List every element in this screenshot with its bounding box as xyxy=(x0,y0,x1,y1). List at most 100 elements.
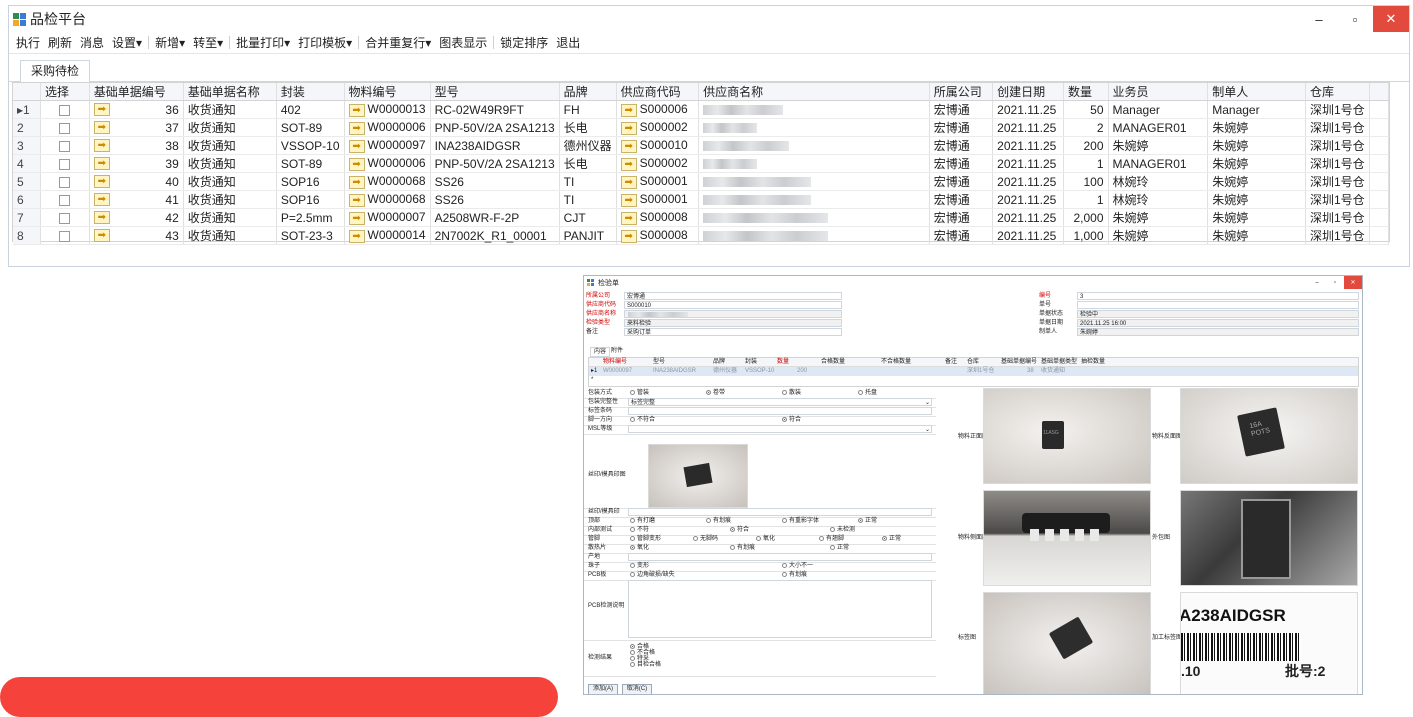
arrow-link-icon[interactable]: ➡ xyxy=(620,175,637,189)
radio-heat-1[interactable]: 有划痕 xyxy=(730,544,755,552)
menu-exit[interactable]: 退出 xyxy=(552,34,584,51)
table-row[interactable]: 3 ➡ 38 收货通知 VSSOP-10 ➡ W0000097 INA238AIDGSR 德州仪… xyxy=(13,136,1390,155)
arrow-link-icon[interactable]: ➡ xyxy=(348,229,365,243)
arrow-link-icon[interactable]: ➡ xyxy=(93,156,110,170)
chevron-down-icon[interactable]: ⌄ xyxy=(925,399,930,407)
menu-settings[interactable]: 设置▾ xyxy=(108,34,146,51)
field-msl[interactable]: ⌄ xyxy=(628,425,932,433)
col-header[interactable]: 仓库 xyxy=(1305,83,1370,101)
radio-ball-0[interactable]: 变形 xyxy=(630,562,649,570)
radio-pins-0[interactable]: 管脚变形 xyxy=(630,535,661,543)
add-button[interactable]: 添加(A) xyxy=(588,684,618,694)
arrow-link-icon[interactable]: ➡ xyxy=(348,121,365,135)
cancel-button[interactable]: 取消(C) xyxy=(622,684,652,694)
maximize-icon[interactable]: ▫ xyxy=(1326,276,1344,289)
col-header[interactable]: 品牌 xyxy=(559,83,617,101)
menu-goto[interactable]: 转至▾ xyxy=(189,34,227,51)
type-field[interactable]: 来料检验 xyxy=(624,319,842,327)
row-index[interactable]: ▸1 xyxy=(13,100,41,119)
silk-photo[interactable] xyxy=(648,444,748,508)
company-field[interactable]: 宏博通 xyxy=(624,292,842,300)
row-index[interactable]: 3 xyxy=(13,136,41,155)
select-checkbox[interactable] xyxy=(59,176,71,188)
table-row[interactable]: 8 ➡ 43 收货通知 SOT-23-3 ➡ W0000014 2N7002K_R1_0000… xyxy=(13,226,1390,245)
radio-top-0[interactable]: 有打磨 xyxy=(630,517,655,525)
radio-pin-1[interactable]: 符合 xyxy=(782,416,801,424)
col-header[interactable]: 供应商名称 xyxy=(698,83,930,101)
radio-pack-0[interactable]: 管装 xyxy=(630,389,649,397)
photo-proc[interactable]: A238AIDGSR .10 批号:2 xyxy=(1180,592,1358,694)
table-row[interactable]: ▸1 ➡ 36 收货通知 402 ➡ W0000013 RC-02W49R9FT FH ➡ S000… xyxy=(13,100,1390,119)
tab-content[interactable]: 内容 xyxy=(590,347,611,357)
arrow-link-icon[interactable]: ➡ xyxy=(348,175,365,189)
radio-pins-4[interactable]: 正常 xyxy=(882,535,901,543)
radio-pack-3[interactable]: 托盘 xyxy=(858,389,877,397)
arrow-link-icon[interactable]: ➡ xyxy=(620,229,637,243)
table-row[interactable]: 4 ➡ 39 收货通知 SOT-89 ➡ W0000006 PNP-50V/2A 2SA121… xyxy=(13,154,1390,173)
radio-inner-0[interactable]: 不符 xyxy=(630,526,649,534)
photo-front[interactable]: 11ASG xyxy=(983,388,1151,484)
row-index[interactable]: 2 xyxy=(13,118,41,137)
col-header[interactable]: 型号 xyxy=(430,83,560,101)
arrow-link-icon[interactable]: ➡ xyxy=(93,192,110,206)
menu-new[interactable]: 新增▾ xyxy=(151,34,189,51)
arrow-link-icon[interactable]: ➡ xyxy=(348,211,365,225)
row-index[interactable]: 5 xyxy=(13,172,41,191)
menu-merge-rows[interactable]: 合并重复行▾ xyxy=(361,34,435,51)
row-index[interactable]: 8 xyxy=(13,226,41,245)
radio-pack-2[interactable]: 散装 xyxy=(782,389,801,397)
col-header[interactable]: 数量 xyxy=(1063,83,1109,101)
select-checkbox[interactable] xyxy=(59,212,71,224)
col-header[interactable]: 业务员 xyxy=(1108,83,1209,101)
col-header[interactable] xyxy=(13,83,41,101)
menu-batch-print[interactable]: 批量打印▾ xyxy=(232,34,294,51)
billno2-field[interactable] xyxy=(1077,301,1359,309)
col-header[interactable]: 所属公司 xyxy=(929,83,994,101)
col-header[interactable]: 基础单据名称 xyxy=(183,83,277,101)
radio-pins-3[interactable]: 有翘脚 xyxy=(819,535,844,543)
close-icon[interactable]: ✕ xyxy=(1344,276,1362,289)
radio-inner-1[interactable]: 符合 xyxy=(730,526,749,534)
radio-heat-0[interactable]: 氧化 xyxy=(630,544,649,552)
col-header[interactable]: 基础单据编号 xyxy=(89,83,184,101)
billno-field[interactable]: 3 xyxy=(1077,292,1359,300)
field-tagcode[interactable] xyxy=(628,407,932,415)
arrow-link-icon[interactable]: ➡ xyxy=(620,193,637,207)
maker-field[interactable]: 朱婉婷 xyxy=(1077,328,1359,336)
detail-new-row[interactable]: * xyxy=(591,376,593,384)
billdate-field[interactable]: 2021.11.25 16:00 xyxy=(1077,319,1359,327)
menu-execute[interactable]: 执行 xyxy=(12,34,44,51)
radio-top-1[interactable]: 有划痕 xyxy=(706,517,731,525)
radio-top-3[interactable]: 正常 xyxy=(858,517,877,525)
minimize-icon[interactable]: – xyxy=(1308,276,1326,289)
close-icon[interactable]: ✕ xyxy=(1373,6,1409,32)
radio-pack-1[interactable]: 卷带 xyxy=(706,389,725,397)
menu-chart[interactable]: 图表显示 xyxy=(435,34,491,51)
col-header[interactable]: 创建日期 xyxy=(992,83,1064,101)
radio-pins-1[interactable]: 无脚码 xyxy=(693,535,718,543)
row-index[interactable]: 7 xyxy=(13,208,41,227)
arrow-link-icon[interactable]: ➡ xyxy=(93,210,110,224)
arrow-link-icon[interactable]: ➡ xyxy=(348,103,365,117)
photo-tag[interactable] xyxy=(983,592,1151,694)
select-checkbox[interactable] xyxy=(59,194,71,206)
arrow-link-icon[interactable]: ➡ xyxy=(620,139,637,153)
arrow-link-icon[interactable]: ➡ xyxy=(620,103,637,117)
table-row[interactable]: 2 ➡ 37 收货通知 SOT-89 ➡ W0000006 PNP-50V/2A 2SA121… xyxy=(13,118,1390,137)
menu-lock-sort[interactable]: 锁定排序 xyxy=(496,34,552,51)
arrow-link-icon[interactable]: ➡ xyxy=(620,121,637,135)
status-field[interactable]: 检验中 xyxy=(1077,310,1359,318)
table-row[interactable]: 5 ➡ 40 收货通知 SOP16 ➡ W0000068 SS26 TI ➡ S000001 宏博通 2… xyxy=(13,172,1390,191)
radio-pins-2[interactable]: 氧化 xyxy=(756,535,775,543)
menu-print-template[interactable]: 打印模板▾ xyxy=(294,34,356,51)
minimize-icon[interactable]: – xyxy=(1301,6,1337,32)
arrow-link-icon[interactable]: ➡ xyxy=(620,157,637,171)
arrow-link-icon[interactable]: ➡ xyxy=(348,193,365,207)
menu-refresh[interactable]: 刷新 xyxy=(44,34,76,51)
radio-ball-1[interactable]: 大小不一 xyxy=(782,562,813,570)
select-checkbox[interactable] xyxy=(59,122,71,134)
col-header[interactable]: 封装 xyxy=(276,83,345,101)
field-pcbnote[interactable] xyxy=(628,580,932,638)
field-origin[interactable] xyxy=(628,553,932,561)
arrow-link-icon[interactable]: ➡ xyxy=(620,211,637,225)
